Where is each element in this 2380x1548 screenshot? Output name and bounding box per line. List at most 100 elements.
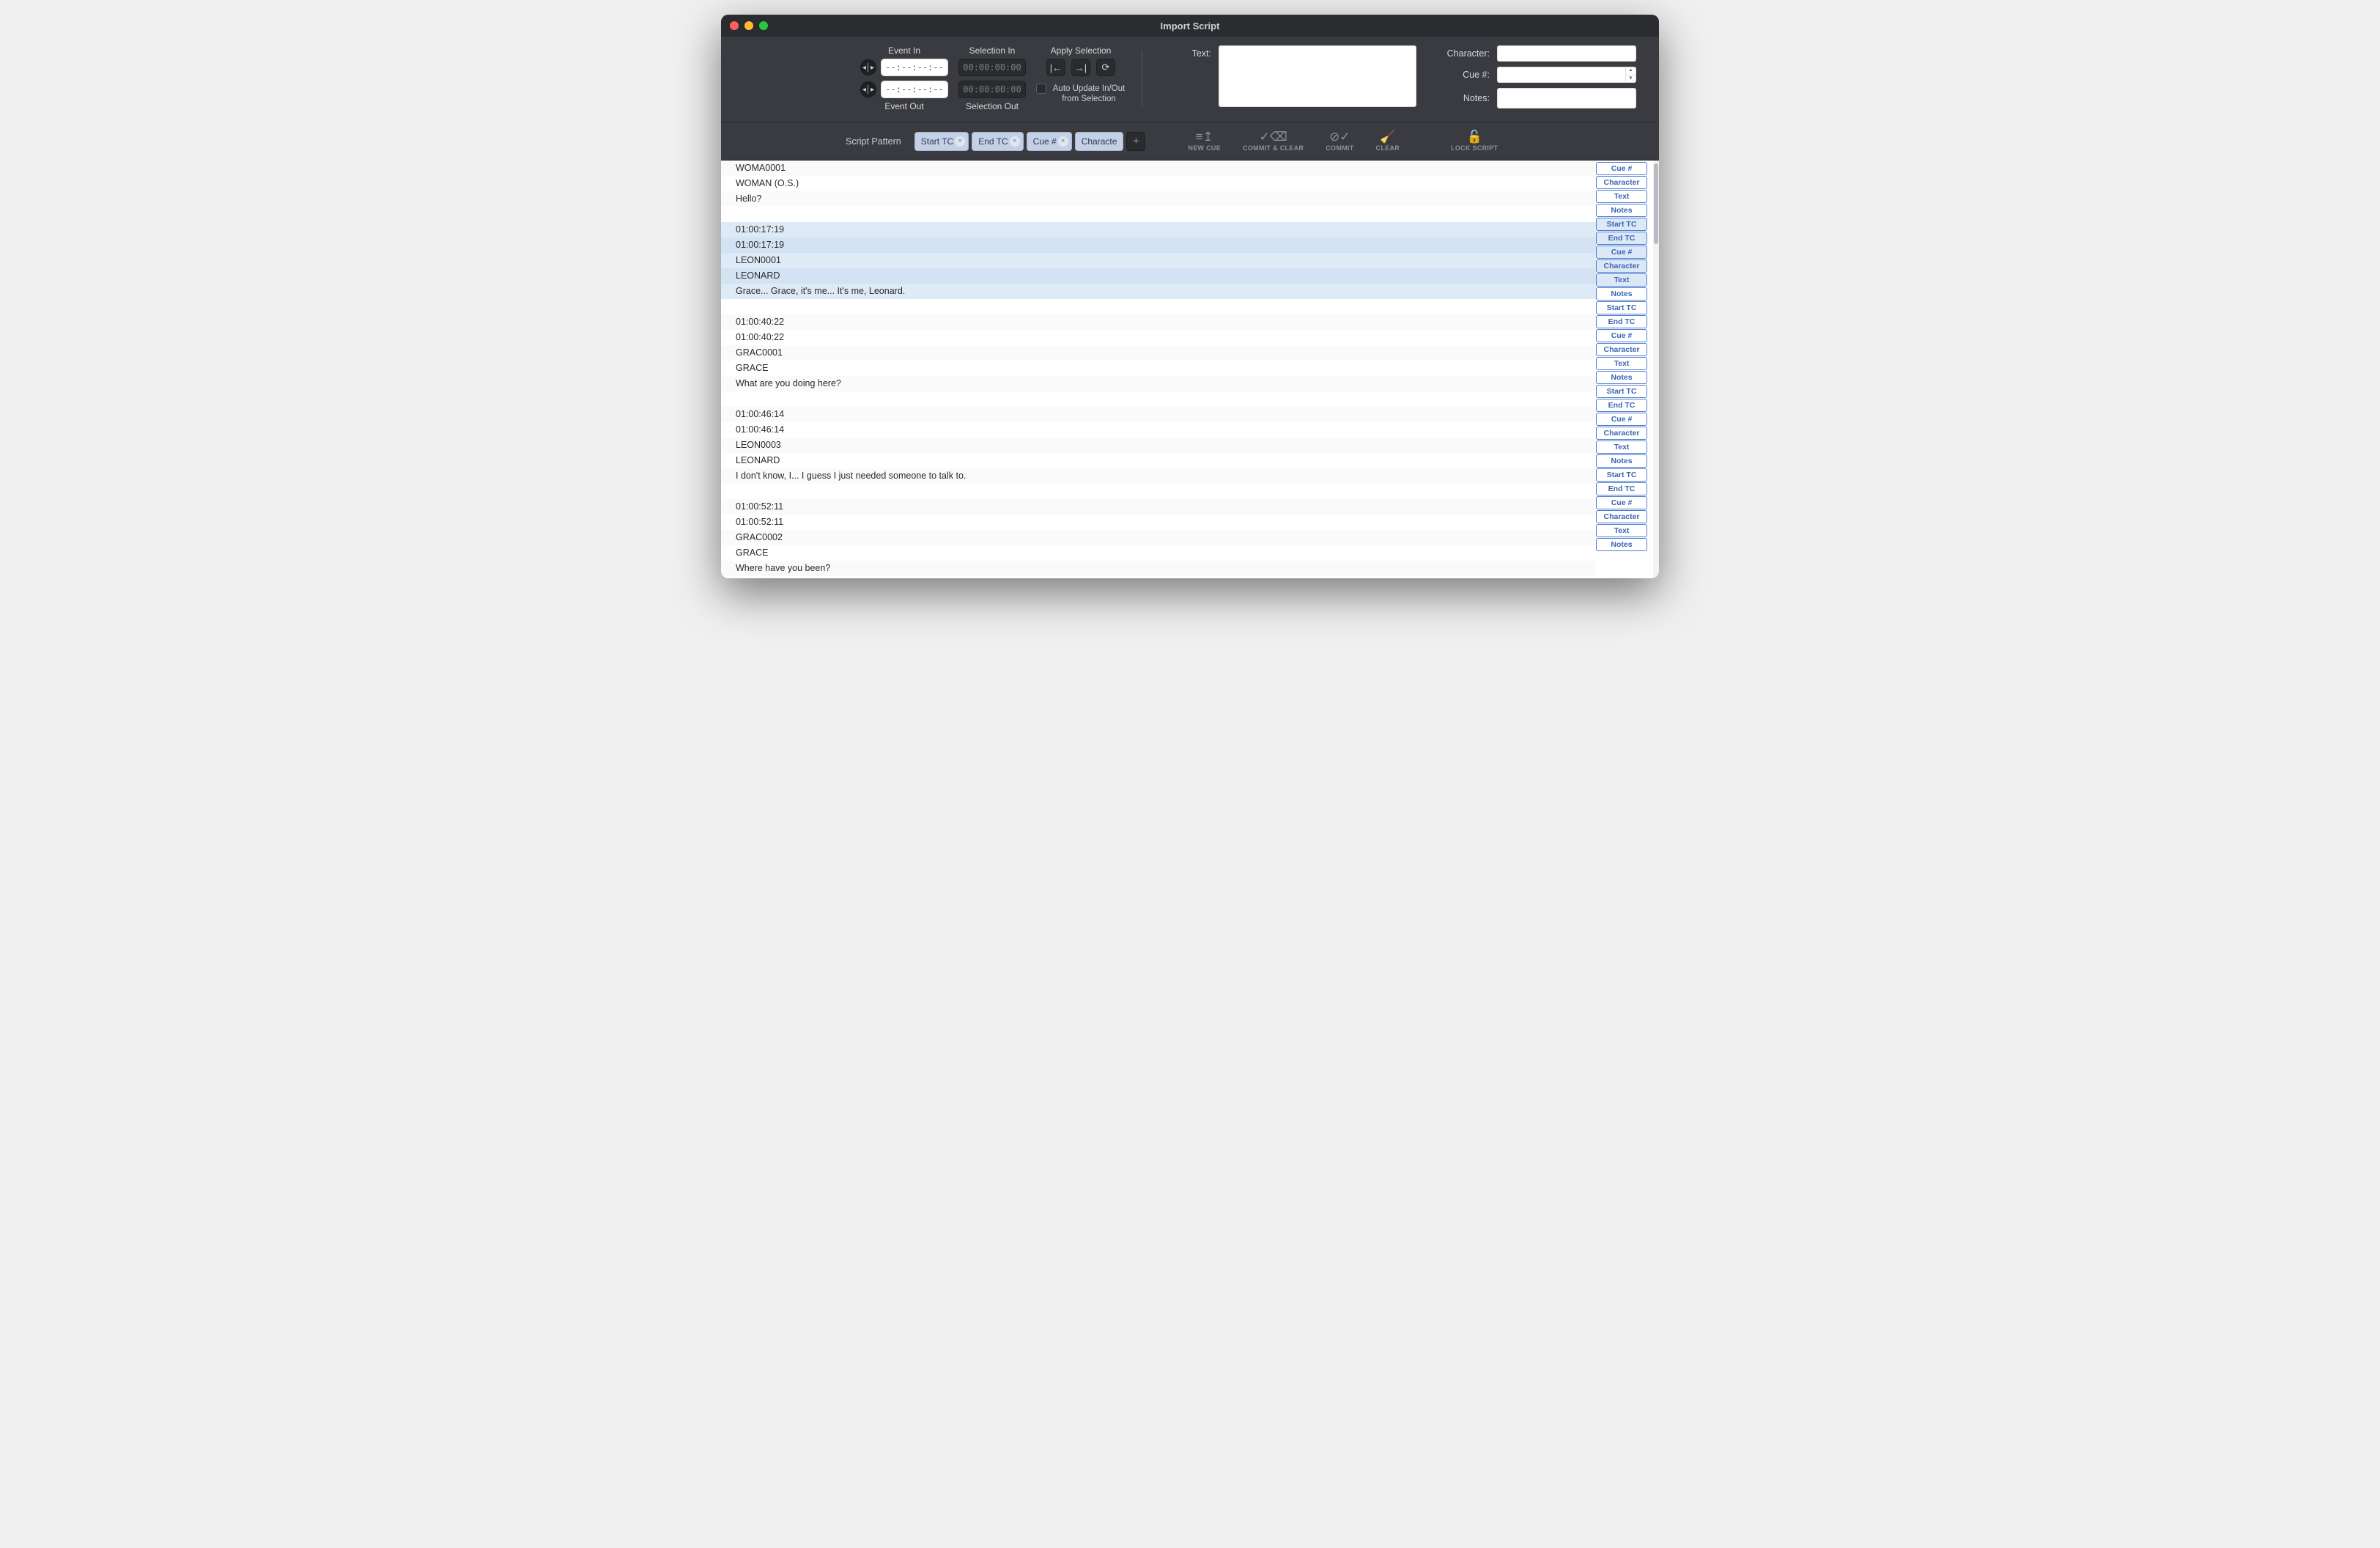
script-line[interactable]: GRAC0002 <box>721 530 1596 545</box>
script-line[interactable]: Grace... Grace, it's me... It's me, Leon… <box>721 284 1596 299</box>
arrow-in-icon: |← <box>1050 62 1062 73</box>
pattern-chip-cue[interactable]: Cue #× <box>1027 132 1072 151</box>
commit-and-clear-button[interactable]: ✓⌫ COMMIT & CLEAR <box>1243 130 1304 152</box>
script-line[interactable]: GRACE <box>721 545 1596 561</box>
line-tag-button[interactable]: End TC <box>1596 482 1647 495</box>
line-tag-button[interactable]: End TC <box>1596 232 1647 245</box>
script-line[interactable]: LEON0001 <box>721 253 1596 268</box>
close-window-button[interactable] <box>730 21 739 30</box>
event-in-field[interactable]: --:--:--:-- <box>881 59 948 76</box>
script-line[interactable]: Hello? <box>721 191 1596 207</box>
script-line[interactable]: 01:00:46:14 <box>721 422 1596 438</box>
line-tag-button[interactable]: Cue # <box>1596 162 1647 175</box>
line-tag-button[interactable]: Cue # <box>1596 413 1647 426</box>
chip-remove-icon[interactable]: × <box>1058 136 1068 147</box>
apply-selection-out-button[interactable]: →| <box>1071 59 1090 76</box>
line-tag-button[interactable]: Character <box>1596 176 1647 189</box>
cue-number-stepper[interactable]: ▲ ▼ <box>1497 67 1636 83</box>
script-line[interactable]: LEON0003 <box>721 438 1596 453</box>
script-line[interactable]: 01:00:17:19 <box>721 222 1596 237</box>
script-line[interactable] <box>721 299 1596 314</box>
line-tag-button[interactable]: Text <box>1596 441 1647 454</box>
add-pattern-chip-button[interactable]: + <box>1126 132 1145 151</box>
tag-column: Cue #CharacterTextNotesStart TCEnd TCCue… <box>1596 161 1653 578</box>
line-tag-button[interactable]: Text <box>1596 190 1647 203</box>
script-line[interactable]: WOMA0001 <box>721 161 1596 176</box>
line-tag-button[interactable]: Text <box>1596 357 1647 370</box>
event-in-label: Event In <box>888 45 920 56</box>
text-input[interactable] <box>1219 45 1416 107</box>
pattern-chip-end-tc[interactable]: End TC× <box>972 132 1023 151</box>
commit-button[interactable]: ⊘✓ COMMIT <box>1326 130 1353 152</box>
script-line[interactable]: GRACE <box>721 361 1596 376</box>
pattern-chip-start-tc[interactable]: Start TC× <box>914 132 969 151</box>
minimize-window-button[interactable] <box>744 21 753 30</box>
script-line[interactable] <box>721 484 1596 499</box>
script-lines-column[interactable]: WOMA0001WOMAN (O.S.)Hello?01:00:17:1901:… <box>721 161 1596 578</box>
line-tag-button[interactable]: Notes <box>1596 538 1647 551</box>
clear-button[interactable]: 🧹 CLEAR <box>1376 130 1400 152</box>
line-tag-button[interactable]: Cue # <box>1596 329 1647 342</box>
chip-remove-icon[interactable]: × <box>1010 136 1020 147</box>
script-line[interactable] <box>721 391 1596 407</box>
line-tag-button[interactable]: End TC <box>1596 399 1647 412</box>
line-tag-button[interactable]: Notes <box>1596 204 1647 217</box>
script-line[interactable]: 01:00:46:14 <box>721 407 1596 422</box>
cue-step-down[interactable]: ▼ <box>1626 75 1636 83</box>
new-cue-button[interactable]: ≡↥ NEW CUE <box>1188 130 1221 152</box>
line-tag-button[interactable]: Start TC <box>1596 218 1647 231</box>
line-tag-button[interactable]: Text <box>1596 273 1647 287</box>
cue-step-up[interactable]: ▲ <box>1626 67 1636 75</box>
script-line[interactable]: I don't know, I... I guess I just needed… <box>721 468 1596 484</box>
lock-icon: 🔓 <box>1467 130 1482 143</box>
line-tag-button[interactable]: Text <box>1596 524 1647 537</box>
character-input[interactable] <box>1497 45 1636 62</box>
script-line[interactable]: LEONARD <box>721 453 1596 468</box>
script-line[interactable]: 01:00:40:22 <box>721 314 1596 330</box>
auto-update-checkbox[interactable] <box>1036 84 1046 94</box>
line-tag-button[interactable]: Start TC <box>1596 385 1647 398</box>
line-tag-button[interactable]: Start TC <box>1596 301 1647 314</box>
script-line[interactable]: Where have you been? <box>721 561 1596 576</box>
script-line[interactable]: GRAC0001 <box>721 345 1596 361</box>
line-tag-button[interactable]: Character <box>1596 343 1647 356</box>
commit-label: COMMIT <box>1326 144 1353 152</box>
selection-in-field[interactable]: 00:00:00:00 <box>958 59 1026 76</box>
script-line[interactable]: WOMAN (O.S.) <box>721 176 1596 191</box>
line-tag-button[interactable]: Character <box>1596 259 1647 273</box>
lock-script-label: LOCK SCRIPT <box>1451 144 1498 152</box>
vertical-scrollbar[interactable] <box>1653 161 1659 578</box>
set-event-in-button[interactable]: ◂│▸ <box>860 59 876 75</box>
line-tag-button[interactable]: Character <box>1596 427 1647 440</box>
script-line[interactable]: 01:00:40:22 <box>721 330 1596 345</box>
line-tag-button[interactable]: Cue # <box>1596 246 1647 259</box>
apply-selection-both-button[interactable]: ⟳ <box>1096 59 1115 76</box>
script-line[interactable]: 01:00:52:11 <box>721 499 1596 515</box>
set-event-out-button[interactable]: ◂│▸ <box>860 81 876 97</box>
script-line[interactable]: 01:00:17:19 <box>721 237 1596 253</box>
line-tag-button[interactable]: Start TC <box>1596 468 1647 482</box>
script-line[interactable]: 01:00:52:11 <box>721 515 1596 530</box>
line-tag-button[interactable]: Character <box>1596 510 1647 523</box>
event-out-field[interactable]: --:--:--:-- <box>881 81 948 98</box>
event-group: Event In ◂│▸ --:--:--:-- ◂│▸ --:--:--:--… <box>860 45 948 114</box>
apply-selection-in-button[interactable]: |← <box>1046 59 1065 76</box>
line-tag-button[interactable]: Notes <box>1596 454 1647 468</box>
line-tag-button[interactable]: Cue # <box>1596 496 1647 509</box>
text-label: Text: <box>1158 45 1211 59</box>
script-line[interactable] <box>721 207 1596 222</box>
line-tag-button[interactable]: Notes <box>1596 287 1647 301</box>
chip-remove-icon[interactable]: × <box>955 136 965 147</box>
notes-input[interactable] <box>1497 88 1636 108</box>
script-line[interactable]: LEONARD <box>721 268 1596 284</box>
zoom-window-button[interactable] <box>759 21 768 30</box>
scrollbar-thumb[interactable] <box>1654 163 1658 244</box>
script-line[interactable]: What are you doing here? <box>721 376 1596 391</box>
lock-script-button[interactable]: 🔓 LOCK SCRIPT <box>1451 130 1498 152</box>
window-title: Import Script <box>1161 21 1220 32</box>
line-tag-button[interactable]: Notes <box>1596 371 1647 384</box>
script-line[interactable] <box>721 576 1596 578</box>
line-tag-button[interactable]: End TC <box>1596 315 1647 328</box>
pattern-chip-character[interactable]: Characte <box>1075 132 1124 151</box>
selection-out-field[interactable]: 00:00:00:00 <box>958 81 1026 98</box>
